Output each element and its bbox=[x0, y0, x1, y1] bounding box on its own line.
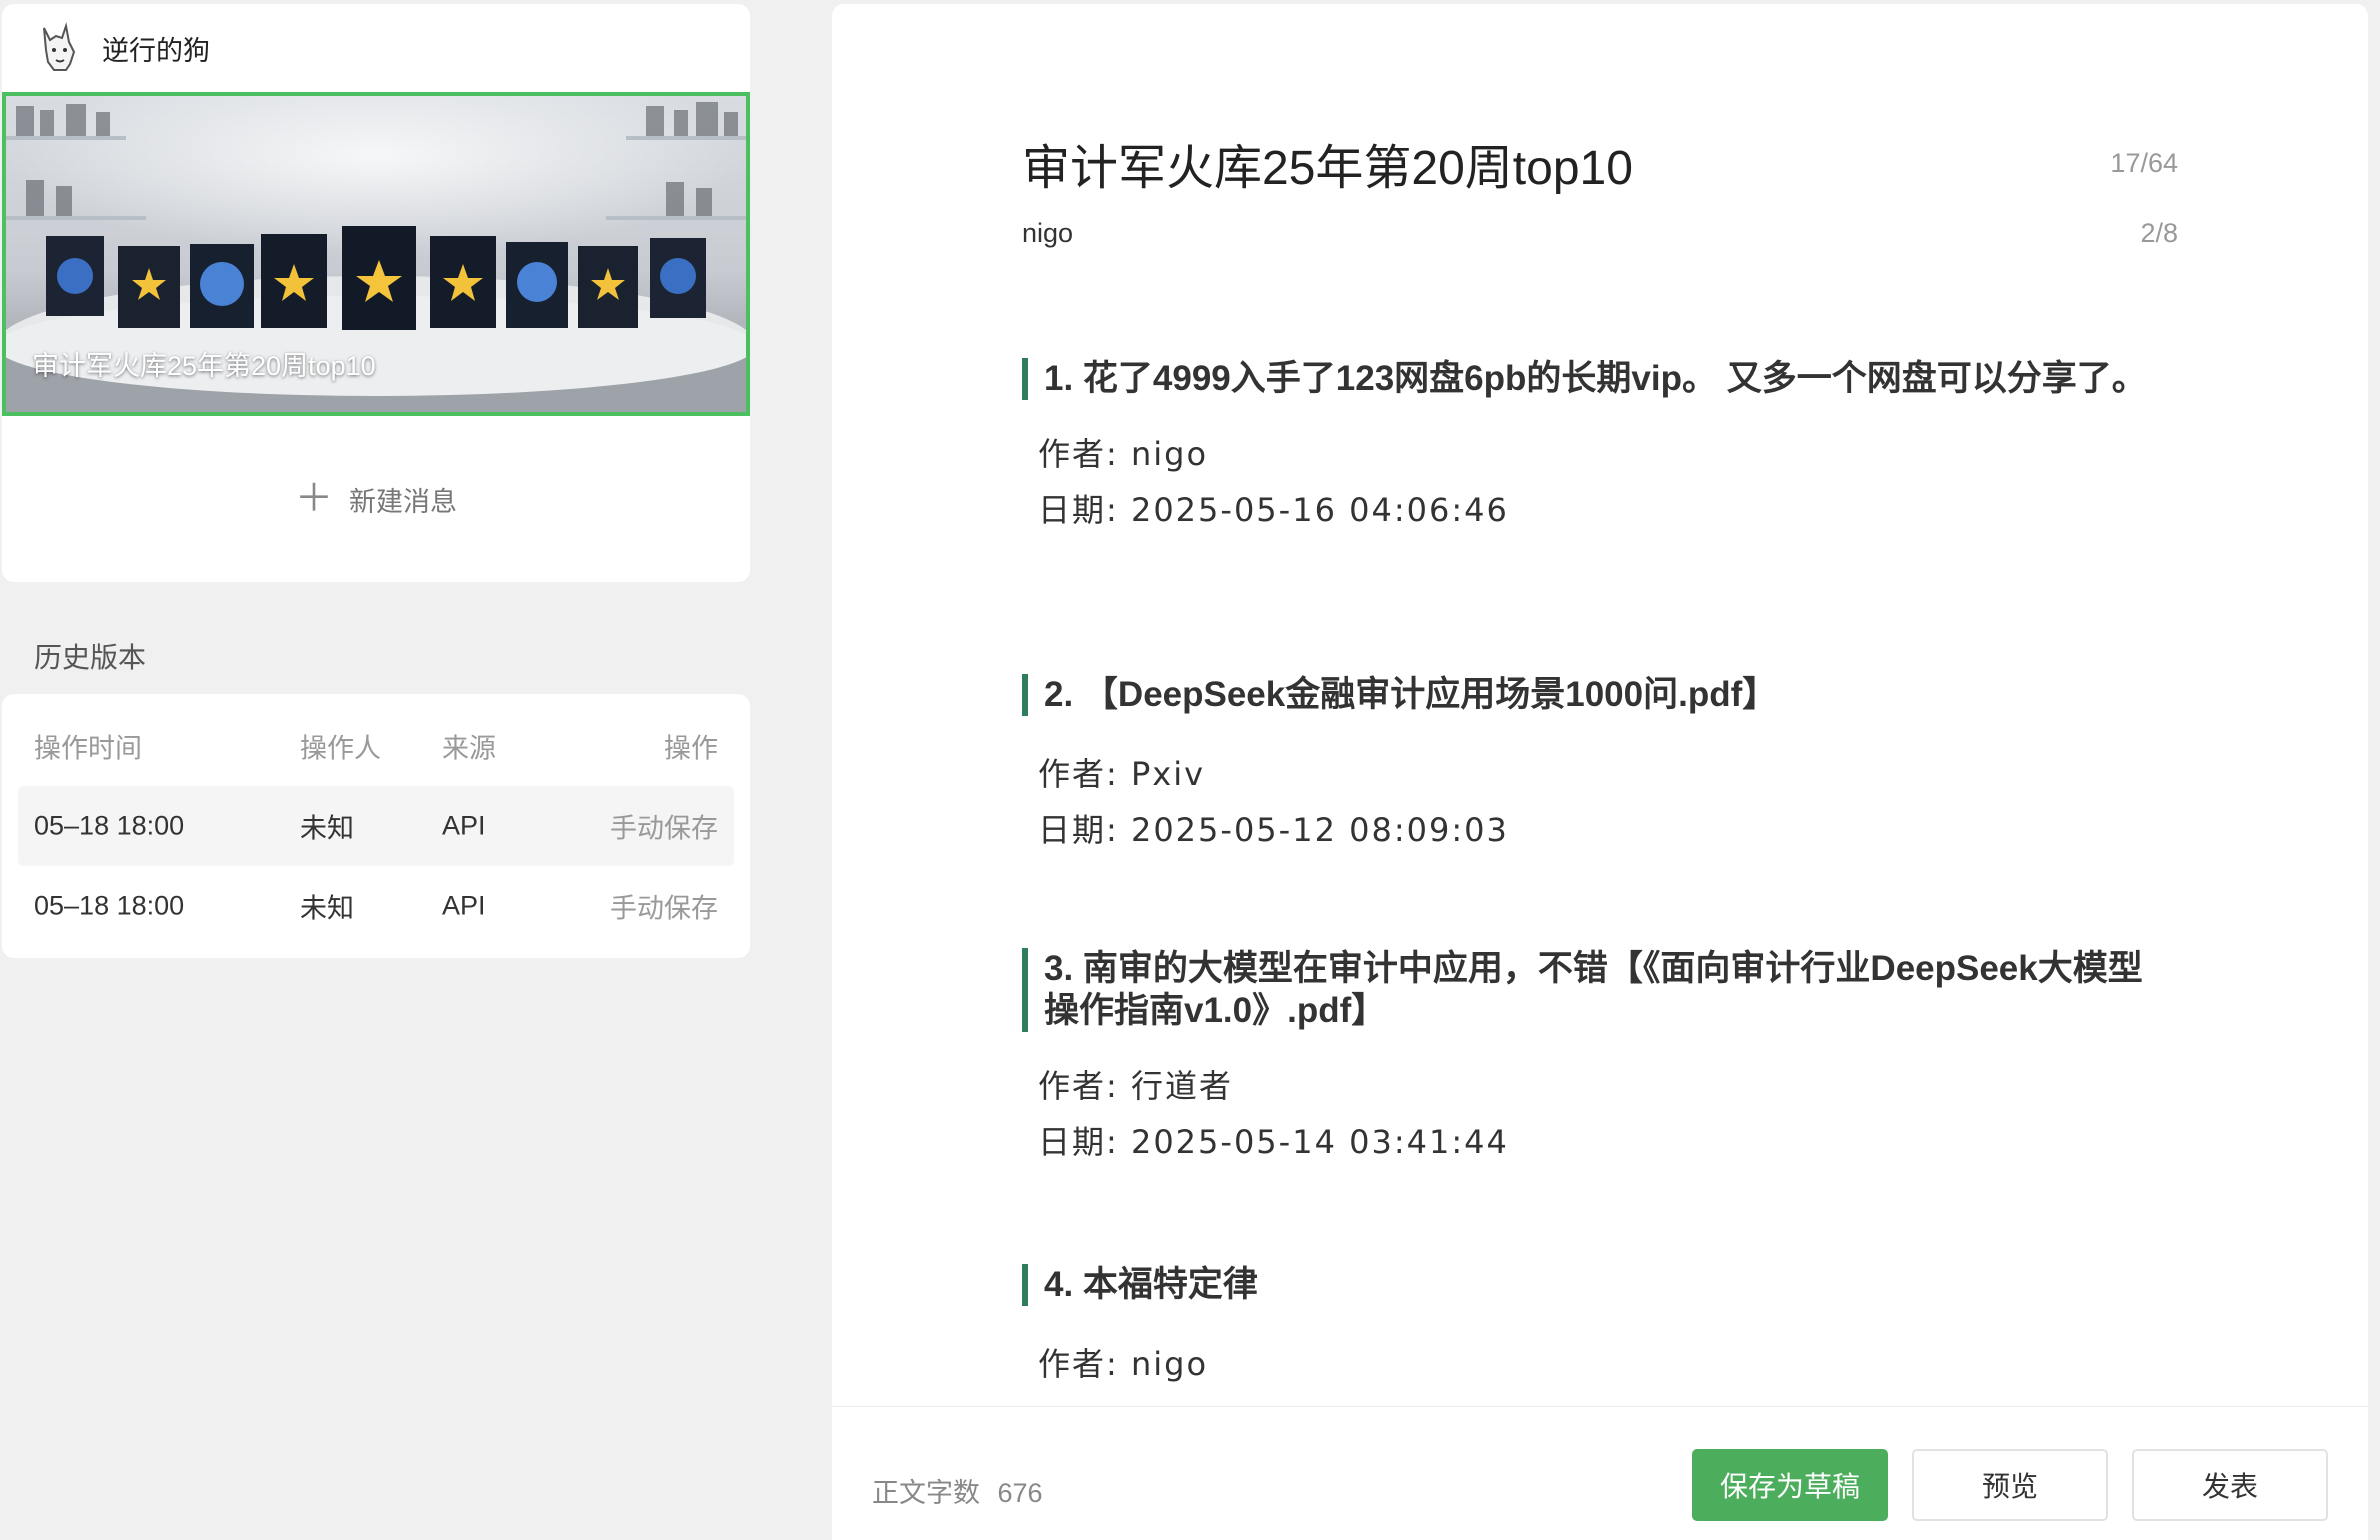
header-time: 操作时间 bbox=[34, 733, 142, 764]
word-count-label: 正文字数 bbox=[872, 1478, 980, 1508]
editor-footer: 正文字数 676 保存为草稿 预览 发表 bbox=[832, 1406, 2368, 1540]
table-row[interactable]: 05–18 18:00 未知 API 手动保存 bbox=[18, 866, 734, 946]
history-title: 历史版本 bbox=[34, 642, 147, 673]
row-operator: 未知 bbox=[300, 893, 354, 924]
entry-author: 作者: nigo bbox=[1038, 1345, 1209, 1383]
article-editor[interactable]: 审计军火库25年第20周top10 17/64 nigo 2/8 1. 花了49… bbox=[832, 4, 2368, 1540]
entry-heading: 2. 【DeepSeek金融审计应用场景1000问.pdf】 bbox=[1022, 674, 2152, 716]
article-entry-3: 3. 南审的大模型在审计中应用，不错【《面向审计行业DeepSeek大模型操作指… bbox=[1022, 948, 2152, 1170]
entry-author: 作者: 行道者 bbox=[1038, 1067, 1233, 1105]
entry-heading: 4. 本福特定律 bbox=[1022, 1264, 2152, 1306]
title-char-count: 17/64 bbox=[2110, 148, 2178, 178]
entry-heading: 3. 南审的大模型在审计中应用，不错【《面向审计行业DeepSeek大模型操作指… bbox=[1022, 948, 2152, 1032]
row-source: API bbox=[442, 890, 486, 921]
article-entry-4: 4. 本福特定律 作者: nigo bbox=[1022, 1264, 2152, 1392]
article-entry-2: 2. 【DeepSeek金融审计应用场景1000问.pdf】 作者: Pxiv … bbox=[1022, 674, 2152, 858]
row-time: 05–18 18:00 bbox=[34, 810, 185, 841]
entry-author: 作者: nigo bbox=[1038, 435, 1209, 473]
entry-date: 日期: 2025-05-16 04:06:46 bbox=[1038, 491, 1509, 529]
new-message-label: 新建消息 bbox=[349, 486, 457, 517]
entry-date: 日期: 2025-05-14 03:41:44 bbox=[1038, 1123, 1509, 1161]
entry-author: 作者: Pxiv bbox=[1038, 755, 1206, 793]
plus-icon: ＋ bbox=[294, 478, 333, 520]
article-list-card: 逆行的狗 审计军火库25年第20周top10 ＋ 新建消息 bbox=[2, 4, 750, 582]
header-source: 来源 bbox=[442, 733, 496, 764]
page: 逆行的狗 审计军火库25年第20周top10 ＋ 新建消息 历史版本 操作时间 … bbox=[0, 0, 2380, 1540]
row-operator: 未知 bbox=[300, 813, 354, 844]
dog-avatar-icon bbox=[43, 22, 76, 71]
row-action: 手动保存 bbox=[610, 813, 718, 844]
word-count: 正文字数 676 bbox=[872, 1471, 1043, 1510]
row-source: API bbox=[442, 810, 486, 841]
cover-title: 审计军火库25年第20周top10 bbox=[32, 351, 376, 381]
table-row[interactable]: 05–18 18:00 未知 API 手动保存 bbox=[18, 786, 734, 866]
word-count-value: 676 bbox=[997, 1478, 1043, 1508]
header-action: 操作 bbox=[664, 733, 718, 764]
publish-button[interactable]: 发表 bbox=[2132, 1449, 2328, 1521]
entry-heading: 1. 花了4999入手了123网盘6pb的长期vip。 又多一个网盘可以分享了。 bbox=[1022, 358, 2152, 400]
article-cover[interactable]: 审计军火库25年第20周top10 bbox=[2, 92, 750, 416]
header-operator: 操作人 bbox=[300, 733, 381, 764]
article-title-input[interactable]: 审计军火库25年第20周top10 bbox=[1022, 128, 1633, 198]
account-name: 逆行的狗 bbox=[102, 35, 210, 66]
save-draft-button[interactable]: 保存为草稿 bbox=[1692, 1449, 1888, 1521]
article-author-input[interactable]: nigo bbox=[1022, 218, 1073, 249]
row-time: 05–18 18:00 bbox=[34, 890, 185, 921]
account-header: 逆行的狗 bbox=[2, 4, 750, 92]
row-action: 手动保存 bbox=[610, 893, 718, 924]
author-char-count: 2/8 bbox=[2140, 218, 2178, 248]
history-table: 操作时间 操作人 来源 操作 05–18 18:00 未知 API 手动保存 0… bbox=[2, 694, 750, 958]
article-entry-1: 1. 花了4999入手了123网盘6pb的长期vip。 又多一个网盘可以分享了。… bbox=[1022, 358, 2152, 538]
history-header-row: 操作时间 操作人 来源 操作 bbox=[18, 706, 734, 786]
new-message-button[interactable]: ＋ 新建消息 bbox=[2, 416, 750, 582]
entry-date: 日期: 2025-05-12 08:09:03 bbox=[1038, 811, 1509, 849]
preview-button[interactable]: 预览 bbox=[1912, 1449, 2108, 1521]
